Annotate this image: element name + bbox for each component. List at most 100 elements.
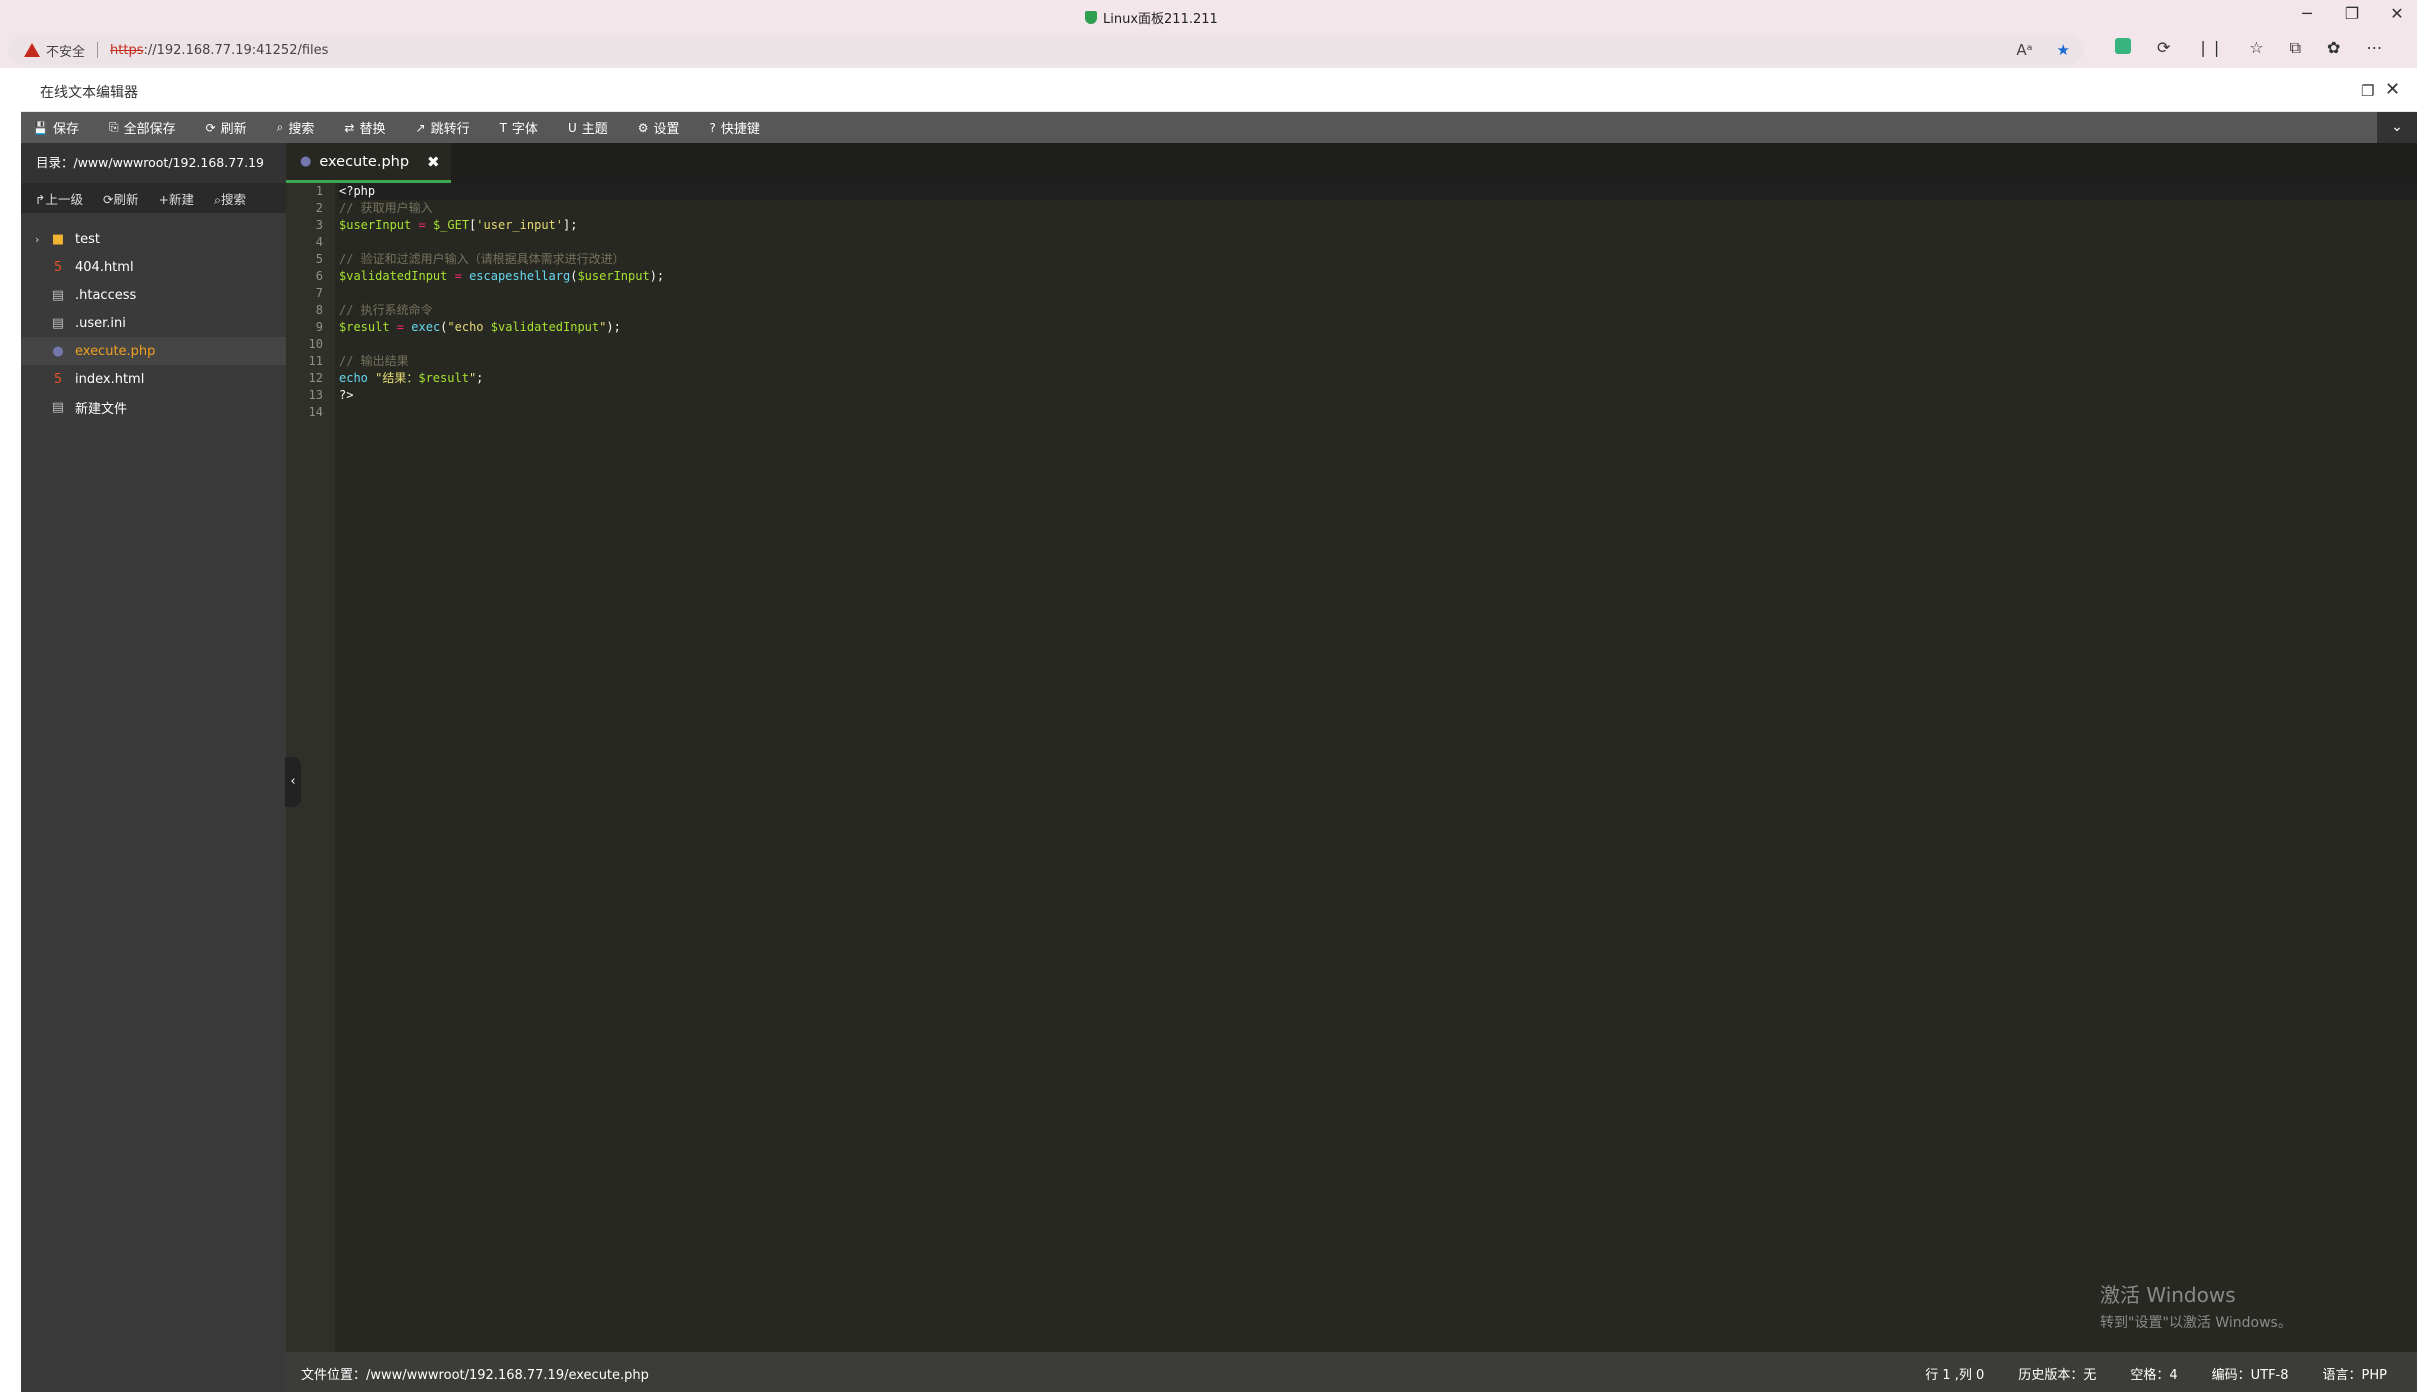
tree-item-user-ini[interactable]: ▤ .user.ini (21, 309, 286, 337)
security-label[interactable]: 不安全 (46, 41, 85, 60)
refresh-button[interactable]: ⟳ 刷新 (206, 118, 247, 138)
chevron-down-icon[interactable]: ⌄ (2377, 112, 2417, 143)
code-line-1[interactable]: <?php (339, 183, 2417, 200)
replace-button[interactable]: ⇄ 替换 (344, 118, 386, 138)
replace-icon: ⇄ (344, 120, 355, 135)
save-button[interactable]: 💾 保存 (33, 118, 79, 138)
tab-execute-php[interactable]: ● execute.php ✖ (286, 143, 451, 183)
sidebar-refresh-button[interactable]: ⟳刷新 (103, 189, 139, 208)
code-line-11[interactable]: // 输出结果 (339, 353, 2417, 370)
line-number: 1 (315, 184, 323, 198)
gear-icon: ⚙ (637, 120, 649, 135)
theme-label: 主题 (581, 122, 608, 137)
code-line-6[interactable]: $validatedInput = escapeshellarg($userIn… (339, 268, 2417, 285)
dialog-close-icon[interactable]: ✕ (2385, 79, 2400, 100)
save-all-button[interactable]: ⎘ 全部保存 (109, 118, 176, 137)
font-label: 字体 (511, 122, 538, 137)
favorites-icon[interactable]: ☆ (2249, 38, 2263, 58)
shortcuts-label: 快捷键 (720, 122, 760, 137)
tree-item-test[interactable]: › ■ test (21, 225, 286, 253)
tree-item-index-html[interactable]: 5 index.html (21, 365, 286, 393)
new-file-button[interactable]: +新建 (159, 189, 195, 208)
tree-item-htaccess[interactable]: ▤ .htaccess (21, 281, 286, 309)
shield-icon (1085, 11, 1097, 24)
help-icon: ? (709, 120, 716, 135)
more-menu-icon[interactable]: ⋯ (2366, 38, 2382, 58)
code-line-5[interactable]: // 验证和过滤用户输入（请根据具体需求进行改进） (339, 251, 2417, 268)
font-icon: T (499, 120, 507, 135)
code-line-3[interactable]: $userInput = $_GET['user_input']; (339, 217, 2417, 234)
code-line-4[interactable] (339, 234, 2417, 251)
cursor-position[interactable]: 行 1 ,列 0 (1925, 1364, 1984, 1383)
favorite-star-icon[interactable]: ★ (2057, 41, 2070, 59)
text-file-icon: ▤ (51, 287, 65, 303)
extension-icon[interactable] (2115, 38, 2131, 54)
warning-icon (24, 43, 40, 57)
directory-path: 目录：/www/wwwroot/192.168.77.19 (21, 143, 286, 183)
read-aloud-icon[interactable]: Aᵃ (2016, 41, 2032, 59)
collapse-sidebar-handle[interactable]: ‹ (285, 757, 301, 807)
sidebar-search-button[interactable]: ⌕搜索 (214, 189, 246, 208)
watermark-title: 激活 Windows (2100, 1283, 2236, 1307)
line-number: 6 (315, 269, 323, 283)
file-sidebar: 目录：/www/wwwroot/192.168.77.19 ↱上一级 ⟳刷新 +… (21, 143, 286, 1392)
split-screen-icon[interactable]: ❘❘ (2196, 38, 2223, 58)
parent-dir-label: 上一级 (45, 191, 83, 207)
window-title: Linux面板211.211 (1085, 8, 1218, 27)
file-tree: › ■ test 5 404.html ▤ .htaccess ▤ .user.… (21, 213, 286, 421)
indent-spaces[interactable]: 空格：4 (2130, 1364, 2177, 1383)
restore-button[interactable]: ❐ (2332, 4, 2372, 23)
settings-button[interactable]: ⚙ 设置 (637, 118, 680, 138)
settings-label: 设置 (653, 122, 680, 137)
editor-toolbar: 💾 保存 ⎘ 全部保存 ⟳ 刷新 ⌕ 搜索 ⇄ 替换 ↗ 跳转行 T 字体 U 主题 ⚙ 设置 ?… (21, 112, 2417, 143)
minimize-button[interactable]: ─ (2287, 4, 2327, 23)
line-number: 4 (315, 235, 323, 249)
dialog-title: 在线文本编辑器 (40, 85, 138, 101)
code-line-14[interactable] (339, 404, 2417, 421)
php-file-icon: ● (52, 343, 64, 359)
status-bar: 文件位置：/www/wwwroot/192.168.77.19/execute.… (286, 1352, 2417, 1392)
history-version[interactable]: 历史版本：无 (2018, 1364, 2096, 1383)
save-all-label: 全部保存 (123, 122, 176, 137)
status-right: 行 1 ,列 0 历史版本：无 空格：4 编码：UTF-8 语言：PHP (1925, 1364, 2387, 1383)
parent-dir-button[interactable]: ↱上一级 (35, 189, 83, 208)
chevron-right-icon[interactable]: › (35, 233, 49, 246)
code-line-9[interactable]: $result = exec("echo $validatedInput"); (339, 319, 2417, 336)
code-line-10[interactable] (339, 336, 2417, 353)
code-area[interactable]: <?php // 获取用户输入 $userInput = $_GET['user… (339, 183, 2417, 421)
code-line-2[interactable]: // 获取用户输入 (339, 200, 2417, 217)
replace-label: 替换 (359, 122, 386, 137)
code-line-8[interactable]: // 执行系统命令 (339, 302, 2417, 319)
code-line-7[interactable] (339, 285, 2417, 302)
font-button[interactable]: T 字体 (499, 118, 538, 138)
window-close-button[interactable]: ✕ (2377, 4, 2417, 23)
plus-icon: + (158, 191, 169, 207)
theme-icon: U (567, 120, 577, 135)
maximize-icon[interactable]: ❐ (2361, 82, 2374, 100)
tree-item-label: .htaccess (75, 287, 137, 303)
refresh-extension-icon[interactable]: ⟳ (2157, 38, 2170, 58)
address-bar[interactable]: 不安全 https ://192.168.77.19:41252/files A… (8, 35, 2084, 65)
file-location: 文件位置：/www/wwwroot/192.168.77.19/execute.… (301, 1368, 649, 1383)
goto-line-label: 跳转行 (430, 122, 470, 137)
code-line-12[interactable]: echo "结果：$result"; (339, 370, 2417, 387)
theme-button[interactable]: U 主题 (567, 118, 608, 138)
code-line-13[interactable]: ?> (339, 387, 2417, 404)
tree-item-404-html[interactable]: 5 404.html (21, 253, 286, 281)
goto-line-button[interactable]: ↗ 跳转行 (416, 118, 470, 138)
tree-item-label: 新建文件 (75, 401, 128, 417)
search-button[interactable]: ⌕ 搜索 (277, 118, 315, 137)
save-all-icon: ⎘ (108, 120, 119, 134)
line-number: 10 (308, 337, 323, 351)
encoding[interactable]: 编码：UTF-8 (2212, 1364, 2289, 1383)
close-icon[interactable]: ✖ (427, 153, 440, 171)
tree-item-execute-php[interactable]: ● execute.php (21, 337, 286, 365)
collections-icon[interactable]: ⧉ (2290, 38, 2301, 58)
shortcuts-button[interactable]: ? 快捷键 (709, 118, 760, 138)
html-file-icon: 5 (53, 371, 63, 387)
tree-item-new-file[interactable]: ▤ 新建文件 (21, 393, 286, 421)
language[interactable]: 语言：PHP (2323, 1364, 2387, 1383)
new-file-label: 新建 (168, 191, 194, 207)
line-number: 11 (308, 354, 323, 368)
performance-icon[interactable]: ✿ (2327, 38, 2340, 58)
